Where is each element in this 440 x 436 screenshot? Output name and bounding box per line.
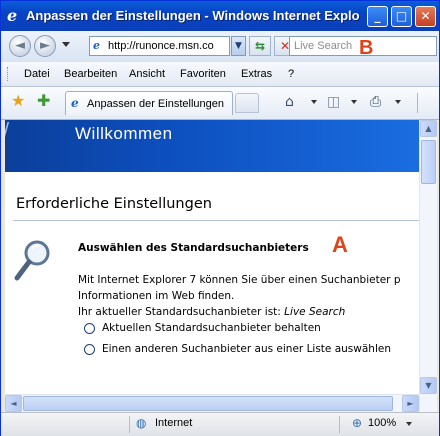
scroll-right-button[interactable]: ► bbox=[402, 395, 419, 412]
banner-title: Willkommen bbox=[75, 124, 173, 143]
menu-extras[interactable]: Extras bbox=[241, 68, 272, 80]
print-dropdown[interactable] bbox=[395, 100, 401, 104]
menu-bearbeiten[interactable]: Bearbeiten bbox=[64, 68, 117, 80]
vertical-scrollbar[interactable]: ▲ ▼ bbox=[419, 120, 437, 412]
description-paragraph: Mit Internet Explorer 7 können Sie über … bbox=[78, 272, 401, 320]
radio-choose-provider-label[interactable]: Einen anderen Suchanbieter aus einer Lis… bbox=[102, 343, 391, 355]
current-provider-prefix: Ihr aktueller Standardsuchanbieter ist: bbox=[78, 306, 285, 318]
scroll-left-button[interactable]: ◄ bbox=[5, 395, 22, 412]
chevron-down-icon: ▼ bbox=[235, 41, 242, 51]
back-button[interactable]: ◄ bbox=[9, 35, 31, 57]
minimize-button[interactable]: _ bbox=[367, 6, 388, 27]
horizontal-scrollbar[interactable]: ◄ ► bbox=[5, 394, 419, 412]
ie-logo-icon: e bbox=[7, 6, 18, 25]
magnifier-icon bbox=[14, 240, 50, 281]
window-title: Anpassen der Einstellungen - Windows Int… bbox=[26, 8, 360, 23]
scroll-down-button[interactable]: ▼ bbox=[420, 377, 437, 394]
new-tab-button[interactable] bbox=[235, 93, 259, 113]
zoom-dropdown[interactable] bbox=[406, 422, 412, 426]
welcome-banner: / Willkommen bbox=[5, 120, 419, 172]
address-toolbar: ◄ ► e http://runonce.msn.co ▼ ⇆ ✕ Live S… bbox=[1, 31, 439, 63]
menu-bar: Datei Bearbeiten Ansicht Favoriten Extra… bbox=[1, 62, 439, 87]
feeds-icon[interactable]: ◫ bbox=[327, 93, 340, 111]
home-dropdown[interactable] bbox=[311, 100, 317, 104]
refresh-icon: ⇆ bbox=[254, 39, 266, 53]
forward-button[interactable]: ► bbox=[34, 35, 56, 57]
banner-decoration: / bbox=[5, 120, 9, 144]
favorites-star-icon[interactable]: ★ bbox=[11, 93, 25, 109]
address-url[interactable]: http://runonce.msn.co bbox=[108, 40, 226, 52]
paragraph-line-1: Mit Internet Explorer 7 können Sie über … bbox=[78, 274, 401, 286]
radio-choose-provider[interactable] bbox=[84, 344, 95, 355]
back-arrow-icon: ◄ bbox=[15, 38, 25, 53]
menu-datei[interactable]: Datei bbox=[24, 68, 50, 80]
print-icon[interactable]: ⎙ bbox=[370, 93, 381, 111]
zoom-level[interactable]: 100% bbox=[368, 417, 396, 429]
zoom-icon[interactable]: ⊕ bbox=[352, 416, 362, 430]
recent-pages-dropdown[interactable] bbox=[62, 42, 70, 47]
paragraph-line-2: Informationen im Web finden. bbox=[78, 290, 235, 302]
menu-favoriten[interactable]: Favoriten bbox=[180, 68, 226, 80]
vertical-scroll-thumb[interactable] bbox=[421, 140, 436, 184]
current-provider-name: Live Search bbox=[284, 306, 346, 318]
search-placeholder: Live Search bbox=[294, 40, 353, 52]
radio-keep-provider[interactable] bbox=[84, 323, 95, 334]
scroll-up-button[interactable]: ▲ bbox=[420, 120, 437, 137]
horizontal-scroll-thumb[interactable] bbox=[23, 396, 393, 411]
refresh-button[interactable]: ⇆ bbox=[249, 36, 271, 56]
add-favorites-icon[interactable]: ✚ bbox=[37, 93, 50, 109]
status-separator bbox=[129, 416, 130, 433]
annotation-marker-b: B bbox=[359, 37, 374, 59]
annotation-marker-a: A bbox=[332, 232, 348, 257]
tab-page-icon: e bbox=[71, 96, 79, 110]
home-icon[interactable]: ⌂ bbox=[285, 93, 294, 111]
tab-label: Anpassen der Einstellungen bbox=[87, 98, 224, 110]
tab-toolbar: ★ ✚ e Anpassen der Einstellungen ⌂ ◫ ⎙ bbox=[1, 87, 439, 120]
menu-help[interactable]: ? bbox=[288, 68, 294, 80]
toolbar-grip[interactable] bbox=[7, 67, 10, 81]
security-zone: Internet bbox=[155, 417, 193, 429]
status-separator bbox=[339, 416, 340, 433]
toolbar-separator bbox=[417, 93, 418, 113]
title-bar[interactable]: e Anpassen der Einstellungen - Windows I… bbox=[1, 1, 439, 31]
status-bar: ◍ Internet ⊕ 100% bbox=[1, 412, 439, 436]
browser-window: e Anpassen der Einstellungen - Windows I… bbox=[0, 0, 440, 436]
section-title: Auswählen des Standardsuchanbieters bbox=[78, 242, 309, 254]
address-dropdown-button[interactable]: ▼ bbox=[231, 36, 246, 56]
globe-icon: ◍ bbox=[136, 416, 147, 430]
radio-keep-provider-label[interactable]: Aktuellen Standardsuchanbieter behalten bbox=[102, 322, 321, 334]
address-bar[interactable]: e http://runonce.msn.co bbox=[89, 36, 230, 56]
forward-arrow-icon: ► bbox=[40, 38, 50, 53]
divider bbox=[13, 220, 419, 221]
page-heading: Erforderliche Einstellungen bbox=[16, 196, 212, 212]
feeds-dropdown[interactable] bbox=[351, 100, 357, 104]
current-provider-line: Ihr aktueller Standardsuchanbieter ist: … bbox=[78, 304, 401, 320]
page-icon: e bbox=[93, 39, 100, 52]
page-content: / Willkommen Erforderliche Einstellungen… bbox=[5, 120, 419, 412]
tab-active[interactable]: e Anpassen der Einstellungen bbox=[65, 91, 233, 115]
close-button[interactable]: ✕ bbox=[415, 6, 436, 27]
menu-ansicht[interactable]: Ansicht bbox=[129, 68, 165, 80]
maximize-button[interactable]: □ bbox=[391, 6, 412, 27]
